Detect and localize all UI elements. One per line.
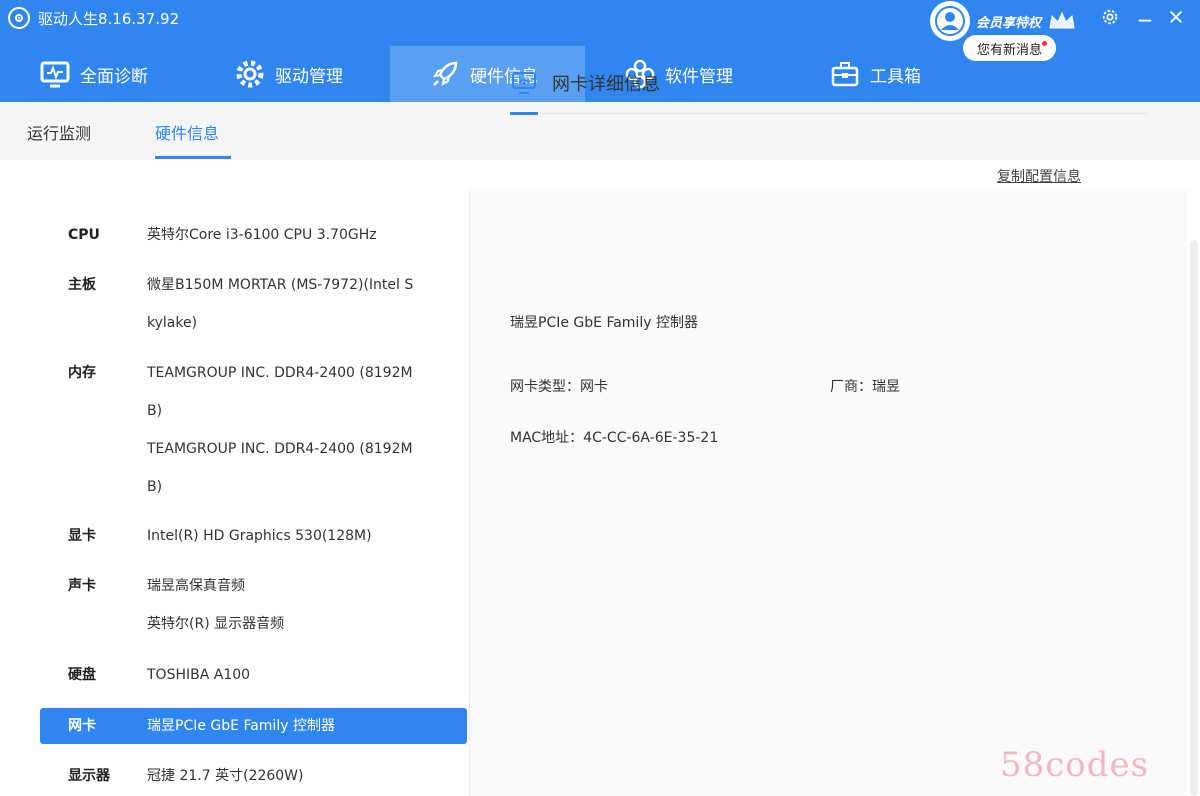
hardware-value: 瑞昱高保真音频 英特尔(R) 显示器音频 — [147, 578, 285, 632]
monitor-icon — [40, 61, 70, 88]
tab-toolbox[interactable]: 工具箱 — [790, 46, 990, 102]
tab-label: 驱动管理 — [275, 66, 343, 87]
hardware-value: TEAMGROUP INC. DDR4-2400 (8192M B) TEAMGRO… — [147, 365, 413, 495]
hardware-row-disk[interactable]: 硬盘 TOSHIBA A100 — [40, 656, 467, 694]
copy-config-link[interactable]: 复制配置信息 — [997, 166, 1081, 186]
hardware-row-network-selected[interactable]: 网卡 瑞昱PCIe GbE Family 控制器 — [40, 708, 467, 744]
hardware-label: 网卡 — [68, 718, 96, 734]
avatar[interactable] — [930, 1, 970, 41]
close-icon[interactable] — [1165, 6, 1187, 28]
rocket-icon — [432, 61, 458, 87]
hardware-row-cpu[interactable]: CPU 英特尔Core i3-6100 CPU 3.70GHz — [40, 216, 467, 254]
detail-header: 网卡详细信息 — [510, 70, 660, 96]
subtab-runtime-monitor[interactable]: 运行监测 — [27, 120, 91, 144]
tab-label: 工具箱 — [870, 66, 921, 87]
settings-gear-icon[interactable] — [1099, 6, 1121, 28]
minimize-icon[interactable] — [1134, 6, 1156, 28]
divider — [510, 113, 1148, 114]
hardware-row-motherboard[interactable]: 主板 微星B150M MORTAR (MS-7972)(Intel Skylak… — [40, 266, 467, 342]
app-title: 驱动人生8.16.37.92 — [38, 9, 180, 28]
watermark: 58codes — [1000, 745, 1150, 785]
subtab-hardware-info[interactable]: 硬件信息 — [155, 120, 219, 144]
hardware-value: Intel(R) HD Graphics 530(128M) — [147, 528, 372, 544]
hardware-label: 显卡 — [68, 528, 96, 544]
hardware-label: 主板 — [68, 277, 96, 293]
app-logo-icon — [8, 7, 30, 29]
app-title-area: 驱动人生8.16.37.92 — [8, 6, 179, 30]
tab-driver-management[interactable]: 驱动管理 — [195, 46, 390, 102]
hardware-label: 显示器 — [68, 768, 110, 784]
hardware-row-memory[interactable]: 内存 TEAMGROUP INC. DDR4-2400 (8192M B) TEAM… — [40, 354, 467, 506]
hardware-row-monitor[interactable]: 显示器 冠捷 21.7 英寸(2260W) — [40, 757, 467, 795]
hardware-label: CPU — [68, 227, 100, 243]
hardware-label: 内存 — [68, 365, 96, 381]
tab-full-diagnosis[interactable]: 全面诊断 — [0, 46, 195, 102]
user-area[interactable]: 会员享特权 — [930, 1, 1077, 41]
hardware-value: TOSHIBA A100 — [147, 667, 251, 683]
hardware-label: 声卡 — [68, 578, 96, 594]
toolbox-icon — [831, 62, 859, 87]
nic-type: 网卡类型：网卡 — [510, 379, 608, 395]
member-privilege-label[interactable]: 会员享特权 — [976, 12, 1041, 31]
tab-label: 全面诊断 — [80, 66, 148, 87]
detail-panel — [470, 190, 1188, 796]
divider-accent — [510, 112, 538, 115]
hardware-value: 冠捷 21.7 英寸(2260W) — [147, 768, 304, 784]
device-name: 瑞昱PCIe GbE Family 控制器 — [510, 315, 698, 331]
hardware-value: 微星B150M MORTAR (MS-7972)(Intel Skylake) — [147, 277, 414, 331]
active-subtab-indicator — [155, 156, 231, 159]
mac-address: MAC地址：4C-CC-6A-6E-35-21 — [510, 430, 719, 446]
hardware-row-graphics[interactable]: 显卡 Intel(R) HD Graphics 530(128M) — [40, 517, 467, 555]
hardware-value: 英特尔Core i3-6100 CPU 3.70GHz — [147, 227, 377, 243]
scrollbar[interactable] — [1190, 240, 1198, 796]
network-card-icon — [512, 72, 536, 94]
hardware-row-sound[interactable]: 声卡 瑞昱高保真音频 英特尔(R) 显示器音频 — [40, 567, 467, 643]
detail-heading: 网卡详细信息 — [552, 74, 660, 95]
tab-label: 软件管理 — [665, 66, 733, 87]
sub-tab-bar: 运行监测 硬件信息 — [0, 102, 1200, 160]
crown-icon[interactable] — [1047, 10, 1077, 32]
gear-icon — [236, 60, 264, 88]
nic-vendor: 厂商：瑞昱 — [830, 379, 900, 395]
hardware-value: 瑞昱PCIe GbE Family 控制器 — [147, 718, 335, 734]
hardware-label: 硬盘 — [68, 667, 96, 683]
